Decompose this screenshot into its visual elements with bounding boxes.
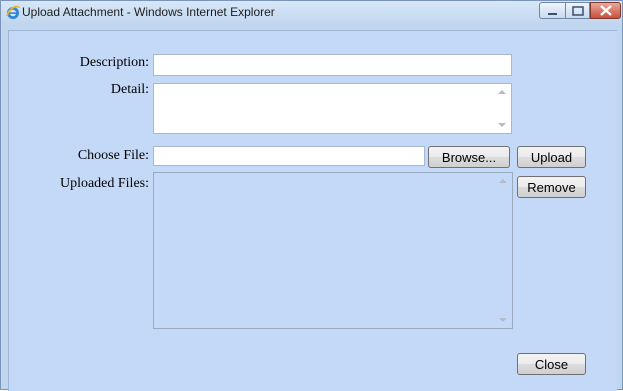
minimize-icon xyxy=(548,13,557,15)
maximize-icon xyxy=(572,6,584,16)
description-input[interactable] xyxy=(153,54,512,76)
title-bar[interactable]: Upload Attachment - Windows Internet Exp… xyxy=(1,1,622,23)
dialog-content: Description: Detail: Choose File: Browse… xyxy=(8,30,617,391)
close-button[interactable]: Close xyxy=(517,353,586,375)
browse-button[interactable]: Browse... xyxy=(428,146,510,168)
description-label: Description: xyxy=(79,55,149,70)
file-path-input[interactable] xyxy=(153,146,425,166)
scroll-down-arrow-icon[interactable] xyxy=(498,123,506,127)
minimize-button[interactable] xyxy=(539,2,565,19)
detail-label: Detail: xyxy=(110,82,149,97)
upload-button[interactable]: Upload xyxy=(517,146,586,168)
upload-attachment-window: Upload Attachment - Windows Internet Exp… xyxy=(0,0,623,391)
close-icon xyxy=(600,5,612,16)
detail-textarea[interactable] xyxy=(153,83,512,134)
window-title: Upload Attachment - Windows Internet Exp… xyxy=(22,5,275,19)
internet-explorer-icon xyxy=(6,5,20,19)
detail-scrollbar[interactable] xyxy=(494,84,511,133)
scroll-up-arrow-icon[interactable] xyxy=(499,179,507,183)
maximize-button[interactable] xyxy=(565,2,590,19)
uploaded-files-label: Uploaded Files: xyxy=(59,176,149,191)
uploaded-files-list[interactable] xyxy=(153,172,513,329)
scroll-down-arrow-icon[interactable] xyxy=(499,318,507,322)
uploaded-files-scrollbar[interactable] xyxy=(495,173,512,328)
choose-file-label: Choose File: xyxy=(77,148,149,163)
close-window-button[interactable] xyxy=(590,2,621,19)
remove-button[interactable]: Remove xyxy=(517,176,586,198)
scroll-up-arrow-icon[interactable] xyxy=(498,90,506,94)
